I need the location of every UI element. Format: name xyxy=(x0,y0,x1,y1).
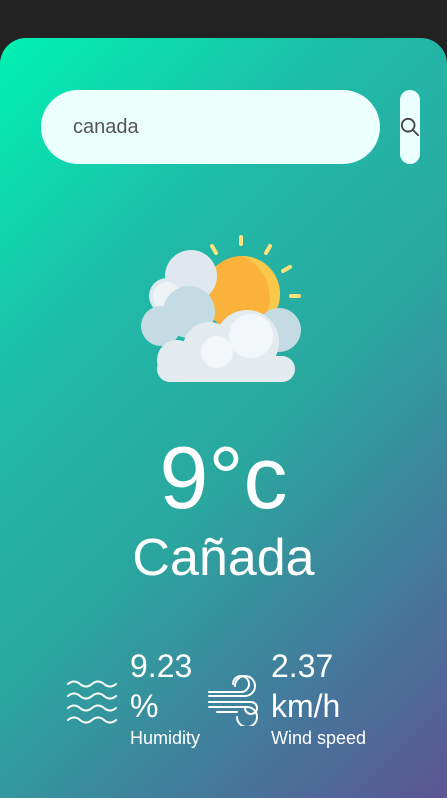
wind-unit: km/h xyxy=(271,688,341,724)
wind-label: Wind speed xyxy=(271,728,367,748)
humidity-value: 9.23 xyxy=(130,648,193,684)
search-bar xyxy=(41,90,380,164)
weather-card: 9°c Cañada 9.23 % Humidity 2.37 km/h Win… xyxy=(0,38,447,798)
partly-cloudy-icon xyxy=(141,235,301,382)
search-icon xyxy=(400,117,420,137)
wind-icon xyxy=(208,675,258,726)
temperature: 9°c xyxy=(159,428,288,527)
city-name: Cañada xyxy=(132,529,315,587)
humidity-waves-icon xyxy=(67,680,117,724)
search-button[interactable] xyxy=(400,90,420,164)
humidity-unit: % xyxy=(130,688,159,724)
humidity-label: Humidity xyxy=(130,728,201,748)
wind-value: 2.37 xyxy=(271,648,334,684)
search-input[interactable] xyxy=(73,90,363,164)
